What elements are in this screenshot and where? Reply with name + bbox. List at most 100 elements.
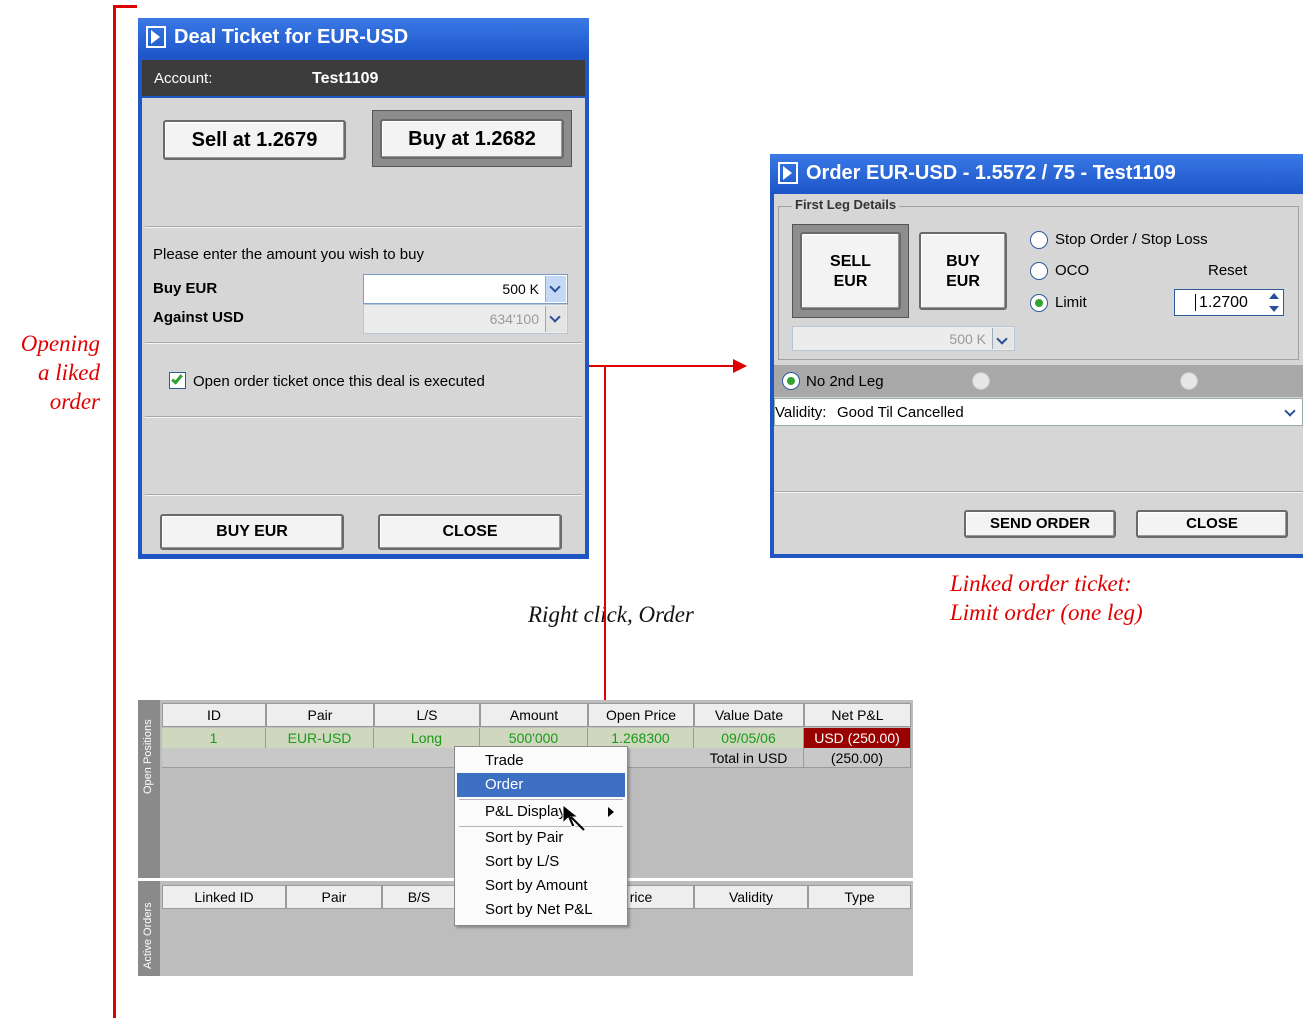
no-second-leg-label: No 2nd Leg bbox=[806, 373, 884, 390]
bracket-line bbox=[113, 5, 116, 1018]
spinner-down-icon[interactable] bbox=[1269, 306, 1279, 312]
chevron-down-icon[interactable] bbox=[1281, 400, 1301, 424]
mouse-pointer-icon bbox=[562, 804, 585, 831]
open-order-checkbox-label[interactable]: Open order ticket once this deal is exec… bbox=[193, 373, 485, 390]
sell-price-button[interactable]: Sell at 1.2679 bbox=[163, 120, 346, 160]
cell-id: 1 bbox=[162, 728, 266, 748]
order-amount-value: 500 K bbox=[949, 331, 986, 347]
header-pair[interactable]: Pair bbox=[286, 885, 382, 909]
active-orders-tab-label: Active Orders bbox=[142, 902, 154, 969]
limit-radio[interactable] bbox=[1030, 294, 1048, 312]
limit-price-value: 1.2700 bbox=[1199, 294, 1248, 311]
account-bar: Account: Test1109 bbox=[142, 60, 585, 96]
divider bbox=[145, 342, 582, 344]
menu-item-sort-ls[interactable]: Sort by L/S bbox=[457, 850, 625, 874]
menu-item-sort-amount[interactable]: Sort by Amount bbox=[457, 874, 625, 898]
total-label: Total in USD bbox=[694, 748, 804, 768]
deal-close-button[interactable]: CLOSE bbox=[378, 514, 562, 550]
linked-line-1: Linked order ticket: bbox=[950, 571, 1132, 596]
against-amount-field: 634'100 bbox=[363, 304, 568, 334]
header-pair[interactable]: Pair bbox=[266, 703, 374, 727]
arrow-head-icon bbox=[733, 359, 747, 373]
total-value: (250.00) bbox=[804, 748, 911, 768]
second-leg-bar: No 2nd Leg bbox=[774, 365, 1303, 397]
sell-eur-line-2: EUR bbox=[833, 273, 868, 290]
sell-eur-line-1: SELL bbox=[830, 253, 871, 270]
opening-line-3: order bbox=[49, 389, 100, 414]
header-ls[interactable]: L/S bbox=[374, 703, 480, 727]
order-ticket-titlebar[interactable]: Order EUR-USD - 1.5572 / 75 - Test1109 bbox=[770, 154, 1303, 194]
validity-row: Validity: Good Til Cancelled bbox=[774, 398, 1303, 426]
buy-eur-button[interactable]: BUY EUR bbox=[919, 232, 1007, 310]
deal-ticket-title: Deal Ticket for EUR-USD bbox=[174, 26, 409, 48]
stop-order-radio[interactable] bbox=[1030, 231, 1048, 249]
text-cursor bbox=[1195, 294, 1196, 311]
header-amount[interactable]: Amount bbox=[480, 703, 588, 727]
linked-line-2: Limit order (one leg) bbox=[950, 600, 1143, 625]
divider bbox=[774, 491, 1303, 493]
deal-ticket-window: Deal Ticket for EUR-USD Account: Test110… bbox=[138, 18, 589, 559]
second-leg-radio-disabled bbox=[1180, 372, 1198, 390]
send-order-button[interactable]: SEND ORDER bbox=[964, 510, 1116, 538]
divider bbox=[145, 416, 582, 418]
deal-ticket-titlebar[interactable]: Deal Ticket for EUR-USD bbox=[138, 18, 589, 58]
account-label: Account: bbox=[154, 70, 213, 87]
bracket-top bbox=[113, 5, 137, 8]
buy-price-button[interactable]: Buy at 1.2682 bbox=[380, 119, 564, 159]
header-open-price[interactable]: Open Price bbox=[588, 703, 694, 727]
header-id[interactable]: ID bbox=[162, 703, 266, 727]
cell-open-price: 1.268300 bbox=[588, 728, 694, 748]
header-value-date[interactable]: Value Date bbox=[694, 703, 804, 727]
order-close-button[interactable]: CLOSE bbox=[1136, 510, 1288, 538]
menu-item-trade[interactable]: Trade bbox=[457, 749, 625, 773]
no-second-leg-radio[interactable] bbox=[782, 372, 800, 390]
stop-order-label: Stop Order / Stop Loss bbox=[1055, 231, 1208, 248]
first-leg-group-label: First Leg Details bbox=[792, 197, 900, 212]
menu-item-order[interactable]: Order bbox=[457, 773, 625, 797]
spinner-up-icon[interactable] bbox=[1269, 293, 1279, 299]
account-value: Test1109 bbox=[312, 70, 379, 87]
deal-ticket-body: Sell at 1.2679 Buy at 1.2682 Please ente… bbox=[142, 98, 585, 554]
menu-item-pl-display[interactable]: P&L Display... bbox=[457, 800, 625, 824]
chevron-down-icon bbox=[992, 328, 1013, 349]
menu-item-sort-pair[interactable]: Sort by Pair bbox=[457, 826, 625, 850]
buy-amount-value: 500 K bbox=[502, 281, 539, 297]
order-ticket-body: First Leg Details SELL EUR BUY EUR 500 K… bbox=[774, 194, 1303, 554]
cell-net-pl: USD (250.00) bbox=[804, 728, 911, 748]
cell-amount: 500'000 bbox=[480, 728, 588, 748]
oco-radio[interactable] bbox=[1030, 262, 1048, 280]
limit-label: Limit bbox=[1055, 294, 1087, 311]
chevron-down-icon[interactable] bbox=[545, 276, 566, 302]
buy-eur-button[interactable]: BUY EUR bbox=[160, 514, 344, 550]
order-ticket-window: Order EUR-USD - 1.5572 / 75 - Test1109 F… bbox=[770, 154, 1303, 558]
open-order-checkbox[interactable] bbox=[169, 372, 186, 389]
header-type[interactable]: Type bbox=[808, 885, 911, 909]
header-linked-id[interactable]: Linked ID bbox=[162, 885, 286, 909]
divider bbox=[145, 494, 582, 496]
menu-item-sort-net-pl[interactable]: Sort by Net P&L bbox=[457, 898, 625, 922]
amount-prompt: Please enter the amount you wish to buy bbox=[153, 246, 424, 263]
oco-label: OCO bbox=[1055, 262, 1090, 279]
reset-label[interactable]: Reset bbox=[1208, 262, 1247, 279]
validity-value[interactable]: Good Til Cancelled bbox=[837, 404, 964, 421]
divider bbox=[145, 226, 582, 228]
table-row[interactable]: 1 EUR-USD Long 500'000 1.268300 09/05/06… bbox=[162, 728, 911, 748]
app-logo-icon bbox=[778, 162, 798, 184]
sell-eur-button[interactable]: SELL EUR bbox=[800, 232, 901, 310]
validity-label: Validity: bbox=[775, 404, 827, 421]
open-positions-tab[interactable]: Open Positions bbox=[138, 700, 160, 878]
buy-eur-line-1: BUY bbox=[946, 253, 980, 270]
cell-ls: Long bbox=[374, 728, 480, 748]
against-amount-value: 634'100 bbox=[489, 311, 539, 327]
cell-pair: EUR-USD bbox=[266, 728, 374, 748]
limit-price-stepper[interactable]: 1.2700 bbox=[1174, 289, 1284, 316]
active-orders-tab[interactable]: Active Orders bbox=[138, 881, 160, 976]
open-positions-tab-label: Open Positions bbox=[142, 719, 154, 794]
context-menu: Trade Order P&L Display... Sort by Pair … bbox=[454, 746, 628, 926]
submenu-arrow-icon bbox=[608, 807, 614, 817]
header-bs[interactable]: B/S bbox=[382, 885, 456, 909]
opening-line-1: Opening bbox=[20, 331, 100, 356]
header-validity[interactable]: Validity bbox=[694, 885, 808, 909]
buy-amount-dropdown[interactable]: 500 K bbox=[363, 274, 568, 304]
header-net-pl[interactable]: Net P&L bbox=[804, 703, 911, 727]
